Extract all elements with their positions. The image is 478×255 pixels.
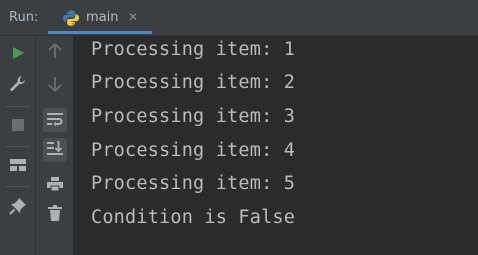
tab-label: main xyxy=(86,10,119,25)
run-label: Run: xyxy=(9,10,39,25)
toolbar-divider xyxy=(6,186,30,187)
scroll-to-end-icon xyxy=(47,140,63,160)
down-arrow-icon xyxy=(48,76,62,96)
clear-all-button[interactable] xyxy=(43,203,67,227)
stop-icon xyxy=(11,117,25,136)
up-arrow-icon xyxy=(48,43,62,63)
wrench-icon xyxy=(9,75,27,97)
run-header: Run: main ✕ xyxy=(0,0,478,36)
scroll-to-end-button[interactable] xyxy=(43,138,67,162)
pin-tab-button[interactable] xyxy=(6,196,30,220)
edit-configuration-button[interactable] xyxy=(6,74,30,98)
toolbar-divider xyxy=(6,146,30,147)
console-line: Processing item: 3 xyxy=(91,106,296,127)
tab-active-indicator xyxy=(48,31,152,34)
python-icon xyxy=(62,9,80,27)
soft-wrap-button[interactable] xyxy=(43,108,67,132)
console-line: Processing item: 5 xyxy=(91,173,296,194)
restore-layout-button[interactable] xyxy=(6,154,30,178)
stop-button[interactable] xyxy=(6,114,30,138)
console-line: Processing item: 4 xyxy=(91,140,296,161)
run-toolbar-primary xyxy=(0,36,36,255)
print-icon xyxy=(47,176,63,196)
tab-main[interactable]: main ✕ xyxy=(48,0,152,36)
rerun-icon xyxy=(11,45,25,64)
soft-wrap-icon xyxy=(47,111,63,130)
previous-occurrence-button[interactable] xyxy=(43,41,67,65)
run-toolbar-secondary xyxy=(36,36,74,255)
rerun-button[interactable] xyxy=(6,42,30,66)
console-line: Processing item: 2 xyxy=(91,72,296,93)
pin-icon xyxy=(9,197,27,219)
close-icon[interactable]: ✕ xyxy=(128,10,138,24)
layout-icon xyxy=(10,157,26,176)
next-occurrence-button[interactable] xyxy=(43,74,67,98)
run-tool-window: Run: main ✕ Processing item: 1 Processin… xyxy=(0,0,478,255)
console-output[interactable]: Processing item: 1 Processing item: 2 Pr… xyxy=(74,36,478,255)
print-button[interactable] xyxy=(43,174,67,198)
console-line: Condition is False xyxy=(91,207,296,228)
trash-icon xyxy=(48,205,62,225)
console-line: Processing item: 1 xyxy=(91,39,296,60)
toolbar-divider xyxy=(6,106,30,107)
